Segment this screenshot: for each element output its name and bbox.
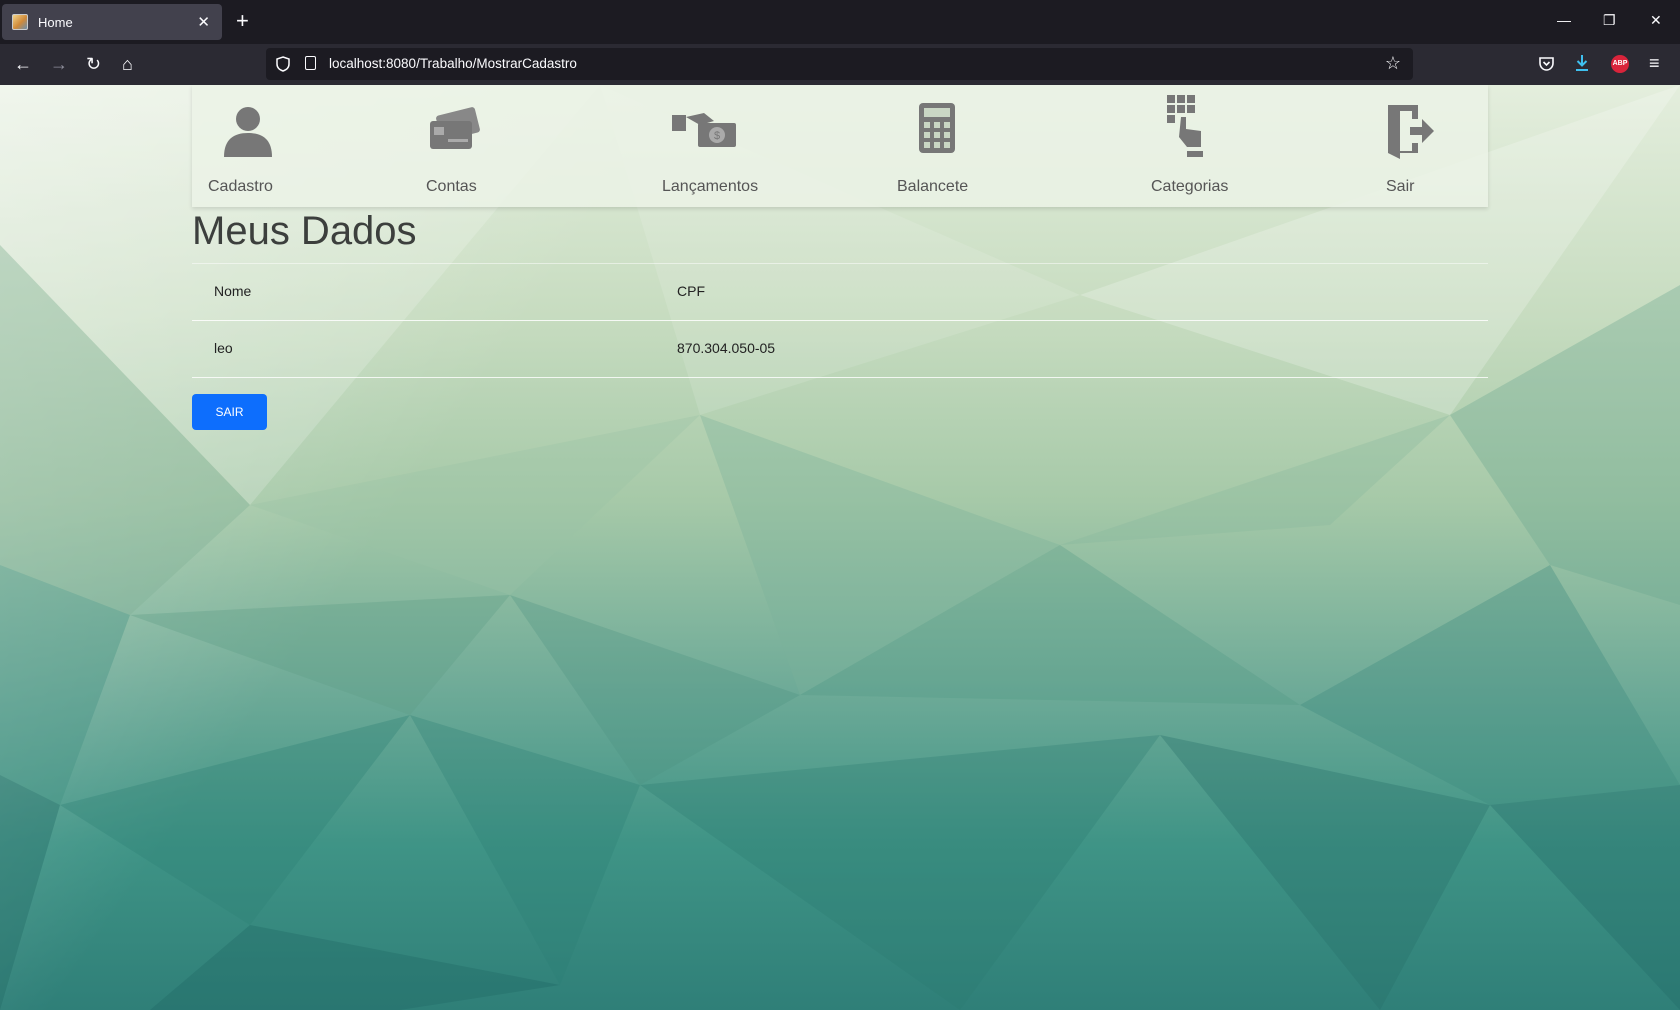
menu-item-lancamentos[interactable]: $ Lançamentos <box>662 85 762 207</box>
browser-tab-strip: Home ✕ + — ❐ ✕ <box>0 0 1680 44</box>
menu-item-sair[interactable]: Sair <box>1368 85 1448 207</box>
cell-nome: leo <box>214 340 233 356</box>
exit-door-icon <box>1388 105 1434 159</box>
forward-arrow-icon[interactable]: → <box>50 54 68 74</box>
page-viewport: Cadastro Contas $ Lançamentos Balancete … <box>0 85 1680 1010</box>
address-bar[interactable]: localhost:8080/Trabalho/MostrarCadastro … <box>266 48 1413 80</box>
restore-icon[interactable]: ❐ <box>1603 12 1616 29</box>
browser-tab[interactable]: Home ✕ <box>2 4 222 40</box>
menu-label-categorias: Categorias <box>1151 178 1229 195</box>
main-menu: Cadastro Contas $ Lançamentos Balancete … <box>192 85 1488 207</box>
user-icon <box>224 107 272 157</box>
reload-icon[interactable]: ↻ <box>86 54 101 74</box>
bookmark-star-icon[interactable]: ☆ <box>1385 53 1401 74</box>
page-title: Meus Dados <box>192 209 417 253</box>
tab-close-icon[interactable]: ✕ <box>197 13 210 31</box>
tab-title: Home <box>38 14 73 30</box>
new-tab-button[interactable]: + <box>236 9 249 33</box>
menu-label-cadastro: Cadastro <box>208 178 273 195</box>
menu-item-contas[interactable]: Contas <box>412 85 492 207</box>
table-header-row: Nome CPF <box>192 263 1488 321</box>
downloads-icon[interactable] <box>1574 54 1590 72</box>
menu-item-categorias[interactable]: Categorias <box>1147 85 1229 207</box>
menu-label-sair: Sair <box>1386 178 1415 195</box>
cell-cpf: 870.304.050-05 <box>677 340 776 356</box>
sair-button[interactable]: SAIR <box>192 394 267 430</box>
table-row: leo 870.304.050-05 <box>192 321 1488 378</box>
menu-item-cadastro[interactable]: Cadastro <box>192 85 288 207</box>
back-arrow-icon[interactable]: ← <box>14 54 32 74</box>
menu-label-lancamentos: Lançamentos <box>662 178 759 195</box>
adblock-plus-icon[interactable]: ABP <box>1611 55 1629 73</box>
menu-label-balancete: Balancete <box>897 178 969 195</box>
minimize-icon[interactable]: — <box>1557 12 1571 28</box>
user-data-table: Nome CPF leo 870.304.050-05 <box>192 263 1488 378</box>
menu-label-contas: Contas <box>426 178 477 195</box>
money-hand-icon: $ <box>672 113 736 147</box>
browser-nav-bar: ← → ↻ ⌂ localhost:8080/Trabalho/MostrarC… <box>0 44 1680 85</box>
grid-hand-icon <box>1167 95 1203 157</box>
calculator-icon <box>919 103 955 153</box>
svg-text:$: $ <box>714 130 720 142</box>
page-favicon-icon <box>12 14 28 30</box>
pocket-icon[interactable] <box>1538 56 1555 72</box>
window-close-icon[interactable]: ✕ <box>1650 12 1662 29</box>
header-cpf: CPF <box>677 283 705 299</box>
card-icon <box>430 107 480 149</box>
home-icon[interactable]: ⌂ <box>122 54 133 74</box>
app-menu-icon[interactable]: ≡ <box>1649 53 1660 73</box>
url-text[interactable]: localhost:8080/Trabalho/MostrarCadastro <box>329 56 577 71</box>
header-nome: Nome <box>214 283 252 299</box>
page-info-icon[interactable] <box>305 56 316 70</box>
menu-item-balancete[interactable]: Balancete <box>897 85 977 207</box>
tracking-shield-icon[interactable] <box>276 56 290 72</box>
